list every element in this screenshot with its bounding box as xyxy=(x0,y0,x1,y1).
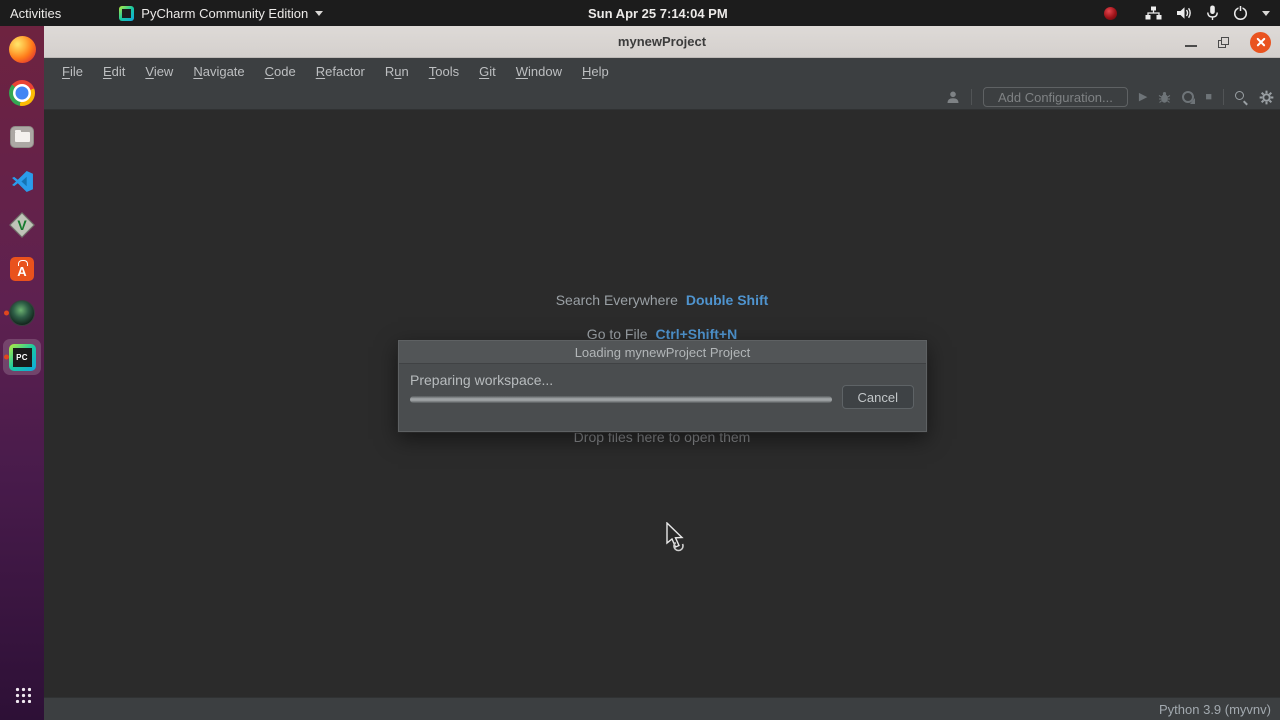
hint-search-everywhere: Search Everywhere Double Shift xyxy=(555,292,769,308)
window-title: mynewProject xyxy=(617,34,707,49)
dock-item-ubuntu-software[interactable]: A xyxy=(3,251,41,287)
focused-app-menu[interactable]: PyCharm Community Edition xyxy=(119,0,324,26)
profiler-icon[interactable] xyxy=(1182,91,1196,104)
maximize-button[interactable] xyxy=(1218,36,1229,48)
menu-file[interactable]: File xyxy=(53,61,92,82)
pycharm-app-icon xyxy=(119,5,135,21)
dock-item-firefox[interactable] xyxy=(3,31,41,67)
settings-gear-icon[interactable] xyxy=(1259,90,1274,105)
cancel-button[interactable]: Cancel xyxy=(841,385,914,409)
dialog-title: Loading mynewProject Project xyxy=(399,341,926,364)
dock-item-chrome[interactable] xyxy=(3,75,41,111)
dock-item-files[interactable] xyxy=(3,119,41,155)
vim-icon: V xyxy=(9,212,35,238)
dock-item-screen-recorder[interactable] xyxy=(3,295,41,331)
user-icon[interactable] xyxy=(946,90,960,104)
dock-item-vscode[interactable] xyxy=(3,163,41,199)
loading-project-dialog: Loading mynewProject Project Preparing w… xyxy=(398,340,927,432)
files-icon xyxy=(10,126,34,148)
system-tray[interactable] xyxy=(1104,0,1270,26)
focused-app-name: PyCharm Community Edition xyxy=(141,5,309,21)
status-bar: Python 3.9 (myvnv) xyxy=(44,697,1280,720)
dock-item-pycharm[interactable]: PC xyxy=(3,339,41,375)
run-icon[interactable]: ▶ xyxy=(1139,91,1147,103)
dock: V A PC xyxy=(0,26,44,720)
search-icon[interactable] xyxy=(1235,90,1248,104)
menu-navigate[interactable]: Navigate xyxy=(184,61,253,82)
chrome-icon xyxy=(9,80,35,106)
menu-bar: File Edit View Navigate Code Refactor Run Tools… xyxy=(44,58,1280,84)
menu-git[interactable]: Git xyxy=(470,61,505,82)
activities-button[interactable]: Activities xyxy=(0,0,73,26)
gnome-top-bar: Activities PyCharm Community Edition Sun… xyxy=(0,0,1280,26)
main-toolbar: Add Configuration... ▶ ■ xyxy=(44,84,1280,110)
progress-bar xyxy=(410,396,832,403)
chevron-down-icon xyxy=(315,10,324,16)
close-button[interactable] xyxy=(1250,31,1271,53)
toolbar-separator xyxy=(970,89,972,105)
debug-bug-icon[interactable] xyxy=(1158,91,1171,104)
minimize-button[interactable] xyxy=(1185,45,1197,47)
shortcut-double-shift: Double Shift xyxy=(685,292,769,308)
mouse-cursor xyxy=(666,522,684,552)
ubuntu-software-icon: A xyxy=(10,257,34,281)
grid-icon xyxy=(13,685,31,703)
python-interpreter-widget[interactable]: Python 3.9 (myvnv) xyxy=(1159,702,1271,717)
network-icon xyxy=(1145,6,1162,20)
menu-window[interactable]: Window xyxy=(507,61,571,82)
menu-refactor[interactable]: Refactor xyxy=(307,61,374,82)
menu-edit[interactable]: Edit xyxy=(94,61,134,82)
stop-icon[interactable]: ■ xyxy=(1205,91,1212,103)
pycharm-icon: PC xyxy=(8,343,36,371)
pycharm-window: mynewProject File Edit View Navigate Code Ref… xyxy=(44,26,1280,720)
dock-item-vim[interactable]: V xyxy=(3,207,41,243)
menu-view[interactable]: View xyxy=(136,61,182,82)
screen-recorder-icon xyxy=(9,300,35,326)
menu-code[interactable]: Code xyxy=(256,61,305,82)
menu-help[interactable]: Help xyxy=(573,61,618,82)
recording-indicator-icon xyxy=(1104,6,1117,20)
clock[interactable]: Sun Apr 25 7:14:04 PM xyxy=(588,0,728,26)
toolbar-separator xyxy=(1223,89,1224,105)
firefox-icon xyxy=(8,35,36,63)
power-icon xyxy=(1233,5,1248,21)
microphone-icon xyxy=(1207,5,1218,20)
menu-run[interactable]: Run xyxy=(376,61,418,82)
add-configuration-button[interactable]: Add Configuration... xyxy=(982,87,1128,107)
window-titlebar[interactable]: mynewProject xyxy=(44,26,1280,58)
vscode-icon xyxy=(11,170,33,192)
show-applications-button[interactable] xyxy=(3,676,41,712)
editor-area: Search Everywhere Double Shift Go to File… xyxy=(44,110,1280,697)
chevron-down-icon xyxy=(1262,10,1270,16)
menu-tools[interactable]: Tools xyxy=(420,61,468,82)
dialog-message: Preparing workspace... xyxy=(410,372,554,388)
volume-icon xyxy=(1177,7,1191,19)
